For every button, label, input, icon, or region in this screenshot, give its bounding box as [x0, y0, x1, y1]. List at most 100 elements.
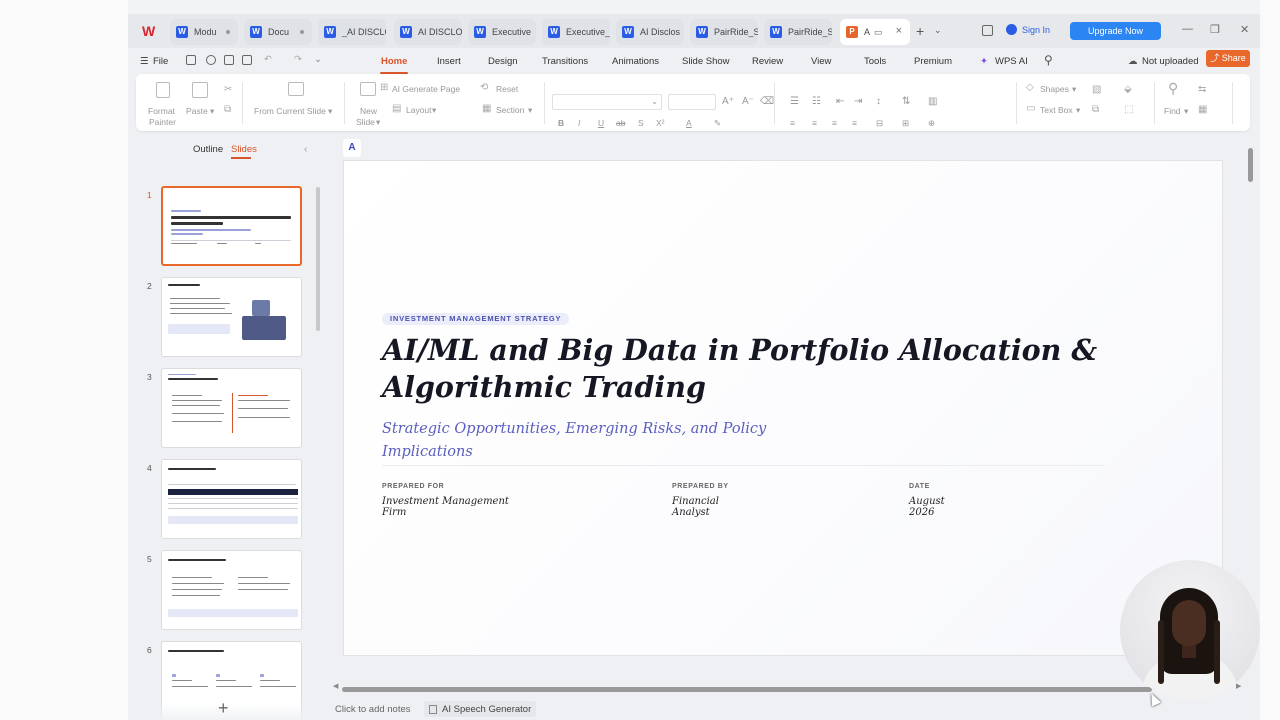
- tab-transitions[interactable]: Transitions: [542, 56, 588, 67]
- from-current-slide-label[interactable]: From Current Slide: [254, 106, 326, 116]
- cut-icon[interactable]: ✂: [224, 84, 232, 95]
- numbering-icon[interactable]: ☷: [812, 96, 821, 107]
- layout-button[interactable]: Layout: [406, 105, 432, 115]
- bold-icon[interactable]: B: [558, 118, 564, 128]
- thumbnails-scrollbar[interactable]: [316, 187, 320, 331]
- find-button[interactable]: Find: [1164, 106, 1181, 116]
- tab-slide-show[interactable]: Slide Show: [682, 56, 730, 67]
- print-preview-icon[interactable]: [242, 55, 252, 65]
- outline-tab[interactable]: Outline: [193, 144, 223, 155]
- add-slide-icon[interactable]: +: [218, 699, 229, 717]
- bullets-icon[interactable]: ☰: [790, 96, 799, 107]
- export-pdf-icon[interactable]: [206, 55, 216, 65]
- tab-review[interactable]: Review: [752, 56, 783, 67]
- paste-dropdown-icon[interactable]: ▾: [210, 106, 214, 117]
- add-notes-placeholder[interactable]: Click to add notes: [335, 704, 411, 715]
- chevron-down-icon[interactable]: ▾: [432, 105, 436, 116]
- align-left-icon[interactable]: ≡: [790, 118, 795, 128]
- upgrade-now-button[interactable]: Upgrade Now: [1070, 22, 1161, 40]
- smart-art-icon[interactable]: ⊕: [928, 118, 935, 129]
- slides-tab[interactable]: Slides: [231, 144, 257, 155]
- tab-document-2[interactable]: W Docu: [244, 19, 312, 45]
- tab-document-6[interactable]: W Executive_: [542, 19, 610, 45]
- collapse-panel-icon[interactable]: ‹: [304, 144, 307, 155]
- tab-premium[interactable]: Premium: [914, 56, 952, 67]
- slide-thumbnail-5[interactable]: 5: [128, 550, 324, 632]
- ai-speech-generator-button[interactable]: AI Speech Generator: [424, 701, 537, 717]
- tab-document-7[interactable]: W AI Disclos: [616, 19, 684, 45]
- not-uploaded-status[interactable]: Not uploaded: [1142, 56, 1199, 67]
- chevron-down-icon[interactable]: ▾: [1072, 84, 1076, 95]
- chevron-down-icon[interactable]: ▾: [1076, 105, 1080, 116]
- horizontal-scrollbar[interactable]: [342, 687, 1152, 692]
- align-center-icon[interactable]: ≡: [812, 118, 817, 128]
- fill-icon[interactable]: ⬙: [1124, 84, 1132, 95]
- font-size-select[interactable]: [668, 94, 716, 110]
- slide-thumbnail-1[interactable]: 1: [128, 186, 324, 268]
- font-color-icon[interactable]: A: [686, 118, 692, 128]
- text-direction-icon[interactable]: ⇅: [902, 96, 910, 107]
- outline-icon[interactable]: ⬚: [1124, 104, 1133, 115]
- superscript-icon[interactable]: X²: [656, 118, 665, 128]
- tab-design[interactable]: Design: [488, 56, 518, 67]
- date-value[interactable]: August 2026: [909, 496, 1049, 518]
- prepared-for-value[interactable]: Investment Management Firm: [382, 496, 522, 518]
- tab-document-5[interactable]: W Executive: [468, 19, 536, 45]
- shadow-icon[interactable]: S: [638, 118, 644, 128]
- sign-in-button[interactable]: Sign In: [1006, 24, 1050, 35]
- tab-view[interactable]: View: [811, 56, 831, 67]
- wps-logo-icon[interactable]: W: [142, 23, 158, 39]
- new-slide-icon[interactable]: [360, 82, 376, 96]
- select-icon[interactable]: ▦: [1198, 104, 1207, 115]
- increase-indent-icon[interactable]: ⇥: [854, 96, 862, 107]
- wps-ai-button[interactable]: WPS AI: [995, 56, 1028, 67]
- tab-presentation-active[interactable]: P A ▭ ×: [840, 19, 910, 45]
- chevron-down-icon[interactable]: ▾: [1184, 106, 1188, 117]
- slide-tag[interactable]: INVESTMENT MANAGEMENT STRATEGY: [382, 313, 570, 325]
- tab-tools[interactable]: Tools: [864, 56, 886, 67]
- print-icon[interactable]: [224, 55, 234, 65]
- strikethrough-icon[interactable]: ab: [616, 118, 625, 128]
- search-icon[interactable]: ⚲: [1044, 53, 1053, 67]
- tab-home[interactable]: Home: [381, 56, 407, 67]
- scroll-left-icon[interactable]: ◀: [333, 682, 338, 690]
- save-icon[interactable]: [186, 55, 196, 65]
- slide-thumbnail-3[interactable]: 3: [128, 368, 324, 450]
- window-layout-icon[interactable]: [982, 25, 993, 36]
- customize-toolbar-icon[interactable]: ⌄: [314, 54, 322, 65]
- hamburger-menu-icon[interactable]: ☰: [140, 56, 149, 67]
- redo-icon[interactable]: ↷: [294, 54, 302, 65]
- paste-icon[interactable]: [192, 82, 208, 98]
- close-tab-icon[interactable]: ×: [896, 25, 902, 37]
- text-box-button[interactable]: Text Box: [1040, 105, 1073, 115]
- close-window-icon[interactable]: ✕: [1240, 23, 1249, 36]
- underline-icon[interactable]: U: [598, 118, 604, 128]
- replace-icon[interactable]: ⇆: [1198, 84, 1206, 95]
- clear-format-icon[interactable]: ⌫: [760, 96, 774, 107]
- new-slide-label[interactable]: New: [360, 106, 377, 116]
- paste-label[interactable]: Paste: [186, 106, 208, 116]
- chevron-down-icon[interactable]: ▾: [376, 117, 380, 128]
- distribute-icon[interactable]: ⊟: [876, 118, 883, 129]
- restore-icon[interactable]: ❐: [1210, 23, 1220, 36]
- file-menu[interactable]: File: [153, 56, 168, 67]
- chevron-down-icon[interactable]: ⌄: [651, 96, 658, 107]
- vertical-scrollbar[interactable]: [1248, 148, 1253, 182]
- columns-icon[interactable]: ▥: [928, 96, 937, 107]
- align-right-icon[interactable]: ≡: [832, 118, 837, 128]
- slide-title[interactable]: AI/ML and Big Data in Portfolio Allocati…: [382, 332, 1162, 406]
- decrease-indent-icon[interactable]: ⇤: [836, 96, 844, 107]
- reset-button[interactable]: Reset: [496, 84, 518, 94]
- tab-animations[interactable]: Animations: [612, 56, 659, 67]
- section-button[interactable]: Section: [496, 105, 524, 115]
- slide-thumbnail-2[interactable]: 2: [128, 277, 324, 359]
- find-icon[interactable]: ⚲: [1168, 80, 1178, 97]
- arrange-icon[interactable]: ⧉: [1092, 104, 1099, 115]
- chevron-down-icon[interactable]: ⌄: [934, 25, 942, 36]
- tab-document-1[interactable]: W Modu: [170, 19, 238, 45]
- highlight-icon[interactable]: ✎: [714, 118, 721, 129]
- slide-thumbnail-4[interactable]: 4: [128, 459, 324, 541]
- tab-document-8[interactable]: W PairRide_S: [690, 19, 758, 45]
- increase-font-icon[interactable]: A⁺: [722, 96, 734, 107]
- new-tab-icon[interactable]: +: [916, 23, 924, 39]
